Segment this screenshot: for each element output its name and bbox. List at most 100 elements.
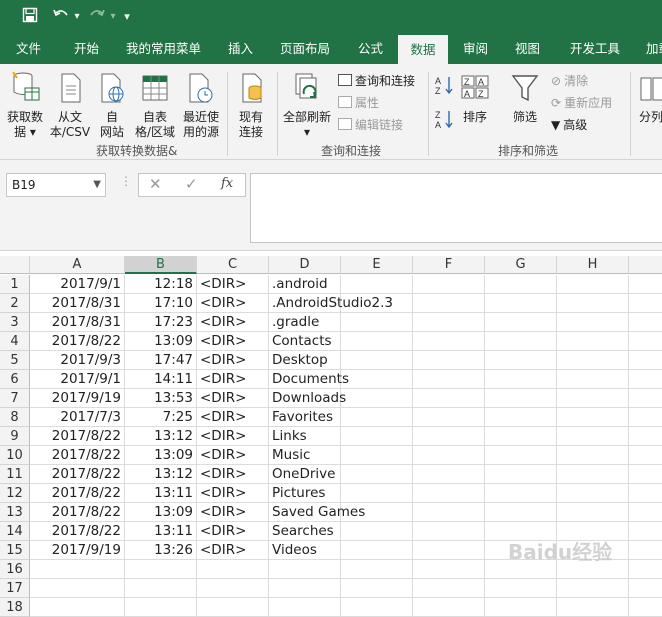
cell-empty[interactable] <box>341 484 413 503</box>
from-text-csv-button[interactable]: 从文 本/CSV <box>47 70 93 140</box>
cell-name[interactable]: .android <box>269 275 341 294</box>
row-header[interactable]: 16 <box>0 560 30 579</box>
cell-type[interactable]: <DIR> <box>197 408 269 427</box>
cell-date[interactable]: 2017/8/22 <box>30 332 125 351</box>
from-table-button[interactable]: 自表 格/区域 <box>132 70 178 140</box>
enter-icon[interactable]: ✓ <box>185 175 198 193</box>
tab-favorites-menu[interactable]: 我的常用菜单 <box>126 34 201 64</box>
cell-name[interactable]: Videos <box>269 541 341 560</box>
cell-empty[interactable] <box>629 370 662 389</box>
cell-empty[interactable] <box>413 427 485 446</box>
cell-type[interactable]: <DIR> <box>197 351 269 370</box>
row-header[interactable]: 7 <box>0 389 30 408</box>
cell-empty[interactable] <box>341 313 413 332</box>
redo-icon[interactable] <box>86 7 108 27</box>
sort-descending-button[interactable]: ZA <box>433 108 455 134</box>
cell-name[interactable]: .AndroidStudio2.3 <box>269 294 393 313</box>
advanced-filter-button[interactable]: ▼ 高级 <box>551 116 587 134</box>
cell-empty[interactable] <box>341 522 413 541</box>
splitter-dots-icon[interactable]: ⋮ <box>120 174 132 188</box>
refresh-all-button[interactable]: 全部刷新 ▾ <box>280 70 334 140</box>
cell-empty[interactable] <box>557 427 629 446</box>
cell-empty[interactable] <box>413 579 485 598</box>
cell-empty[interactable] <box>485 313 557 332</box>
cell-empty[interactable] <box>413 332 485 351</box>
cell-date[interactable]: 2017/9/19 <box>30 389 125 408</box>
cell-date[interactable]: 2017/8/22 <box>30 503 125 522</box>
cell-date[interactable] <box>30 560 125 579</box>
cell-type[interactable]: <DIR> <box>197 446 269 465</box>
cell-empty[interactable] <box>341 275 413 294</box>
cell-empty[interactable] <box>629 313 662 332</box>
cell-date[interactable] <box>30 579 125 598</box>
tab-view[interactable]: 视图 <box>515 34 540 64</box>
row-header[interactable]: 9 <box>0 427 30 446</box>
cell-type[interactable]: <DIR> <box>197 427 269 446</box>
cell-date[interactable]: 2017/9/19 <box>30 541 125 560</box>
tab-data[interactable]: 数据 <box>398 35 448 64</box>
cell-type[interactable]: <DIR> <box>197 332 269 351</box>
cell-name[interactable]: OneDrive <box>269 465 341 484</box>
column-header-h[interactable]: H <box>557 256 629 274</box>
cell-empty[interactable] <box>413 370 485 389</box>
cell-empty[interactable] <box>413 484 485 503</box>
cell-empty[interactable] <box>413 275 485 294</box>
cell-date[interactable]: 2017/9/1 <box>30 275 125 294</box>
cell-date[interactable]: 2017/8/22 <box>30 465 125 484</box>
from-web-button[interactable]: 自 网站 <box>94 70 130 140</box>
tab-developer[interactable]: 开发工具 <box>570 34 620 64</box>
cell-date[interactable]: 2017/7/3 <box>30 408 125 427</box>
cell-empty[interactable] <box>629 598 662 617</box>
cell-time[interactable]: 17:10 <box>125 294 197 313</box>
cell-name[interactable]: Favorites <box>269 408 341 427</box>
cell-empty[interactable] <box>413 541 485 560</box>
cell-empty[interactable] <box>557 332 629 351</box>
cell-time[interactable]: 17:23 <box>125 313 197 332</box>
cell-empty[interactable] <box>341 541 413 560</box>
cell-empty[interactable] <box>629 294 662 313</box>
text-to-columns-button[interactable]: 分列 <box>636 70 662 125</box>
recent-sources-button[interactable]: 最近使 用的源 <box>179 70 223 140</box>
cell-empty[interactable] <box>413 351 485 370</box>
cell-empty[interactable] <box>557 484 629 503</box>
tab-home[interactable]: 开始 <box>74 34 99 64</box>
cell-empty[interactable] <box>629 427 662 446</box>
cell-type[interactable] <box>197 598 269 617</box>
row-header[interactable]: 12 <box>0 484 30 503</box>
insert-function-icon[interactable]: fx <box>221 176 233 191</box>
cell-type[interactable]: <DIR> <box>197 294 269 313</box>
cell-name[interactable] <box>269 560 341 579</box>
cell-empty[interactable] <box>629 275 662 294</box>
cell-empty[interactable] <box>485 484 557 503</box>
cell-empty[interactable] <box>413 503 485 522</box>
cell-empty[interactable] <box>485 503 557 522</box>
cell-empty[interactable] <box>485 275 557 294</box>
clear-filter-button[interactable]: ⊘ 清除 <box>551 72 588 90</box>
cell-name[interactable] <box>269 598 341 617</box>
cell-date[interactable]: 2017/8/31 <box>30 313 125 332</box>
cell-time[interactable]: 13:09 <box>125 446 197 465</box>
get-data-button[interactable]: 获取数 据 ▾ <box>4 70 46 140</box>
column-header-i[interactable] <box>629 256 662 274</box>
cell-name[interactable]: Searches <box>269 522 341 541</box>
cell-empty[interactable] <box>629 541 662 560</box>
cell-name[interactable]: Links <box>269 427 341 446</box>
cell-type[interactable]: <DIR> <box>197 370 269 389</box>
row-header[interactable]: 6 <box>0 370 30 389</box>
edit-links-button[interactable]: 编辑链接 <box>338 116 403 134</box>
row-header[interactable]: 2 <box>0 294 30 313</box>
cell-empty[interactable] <box>485 351 557 370</box>
cell-type[interactable]: <DIR> <box>197 541 269 560</box>
cell-type[interactable] <box>197 560 269 579</box>
cell-type[interactable]: <DIR> <box>197 465 269 484</box>
row-header[interactable]: 8 <box>0 408 30 427</box>
cell-empty[interactable] <box>557 275 629 294</box>
redo-dropdown-icon[interactable]: ▾ <box>108 7 118 27</box>
row-header[interactable]: 13 <box>0 503 30 522</box>
row-header[interactable]: 17 <box>0 579 30 598</box>
cell-empty[interactable] <box>557 598 629 617</box>
cell-time[interactable]: 13:12 <box>125 465 197 484</box>
column-header-c[interactable]: C <box>197 256 269 274</box>
cell-empty[interactable] <box>341 579 413 598</box>
cell-type[interactable] <box>197 579 269 598</box>
